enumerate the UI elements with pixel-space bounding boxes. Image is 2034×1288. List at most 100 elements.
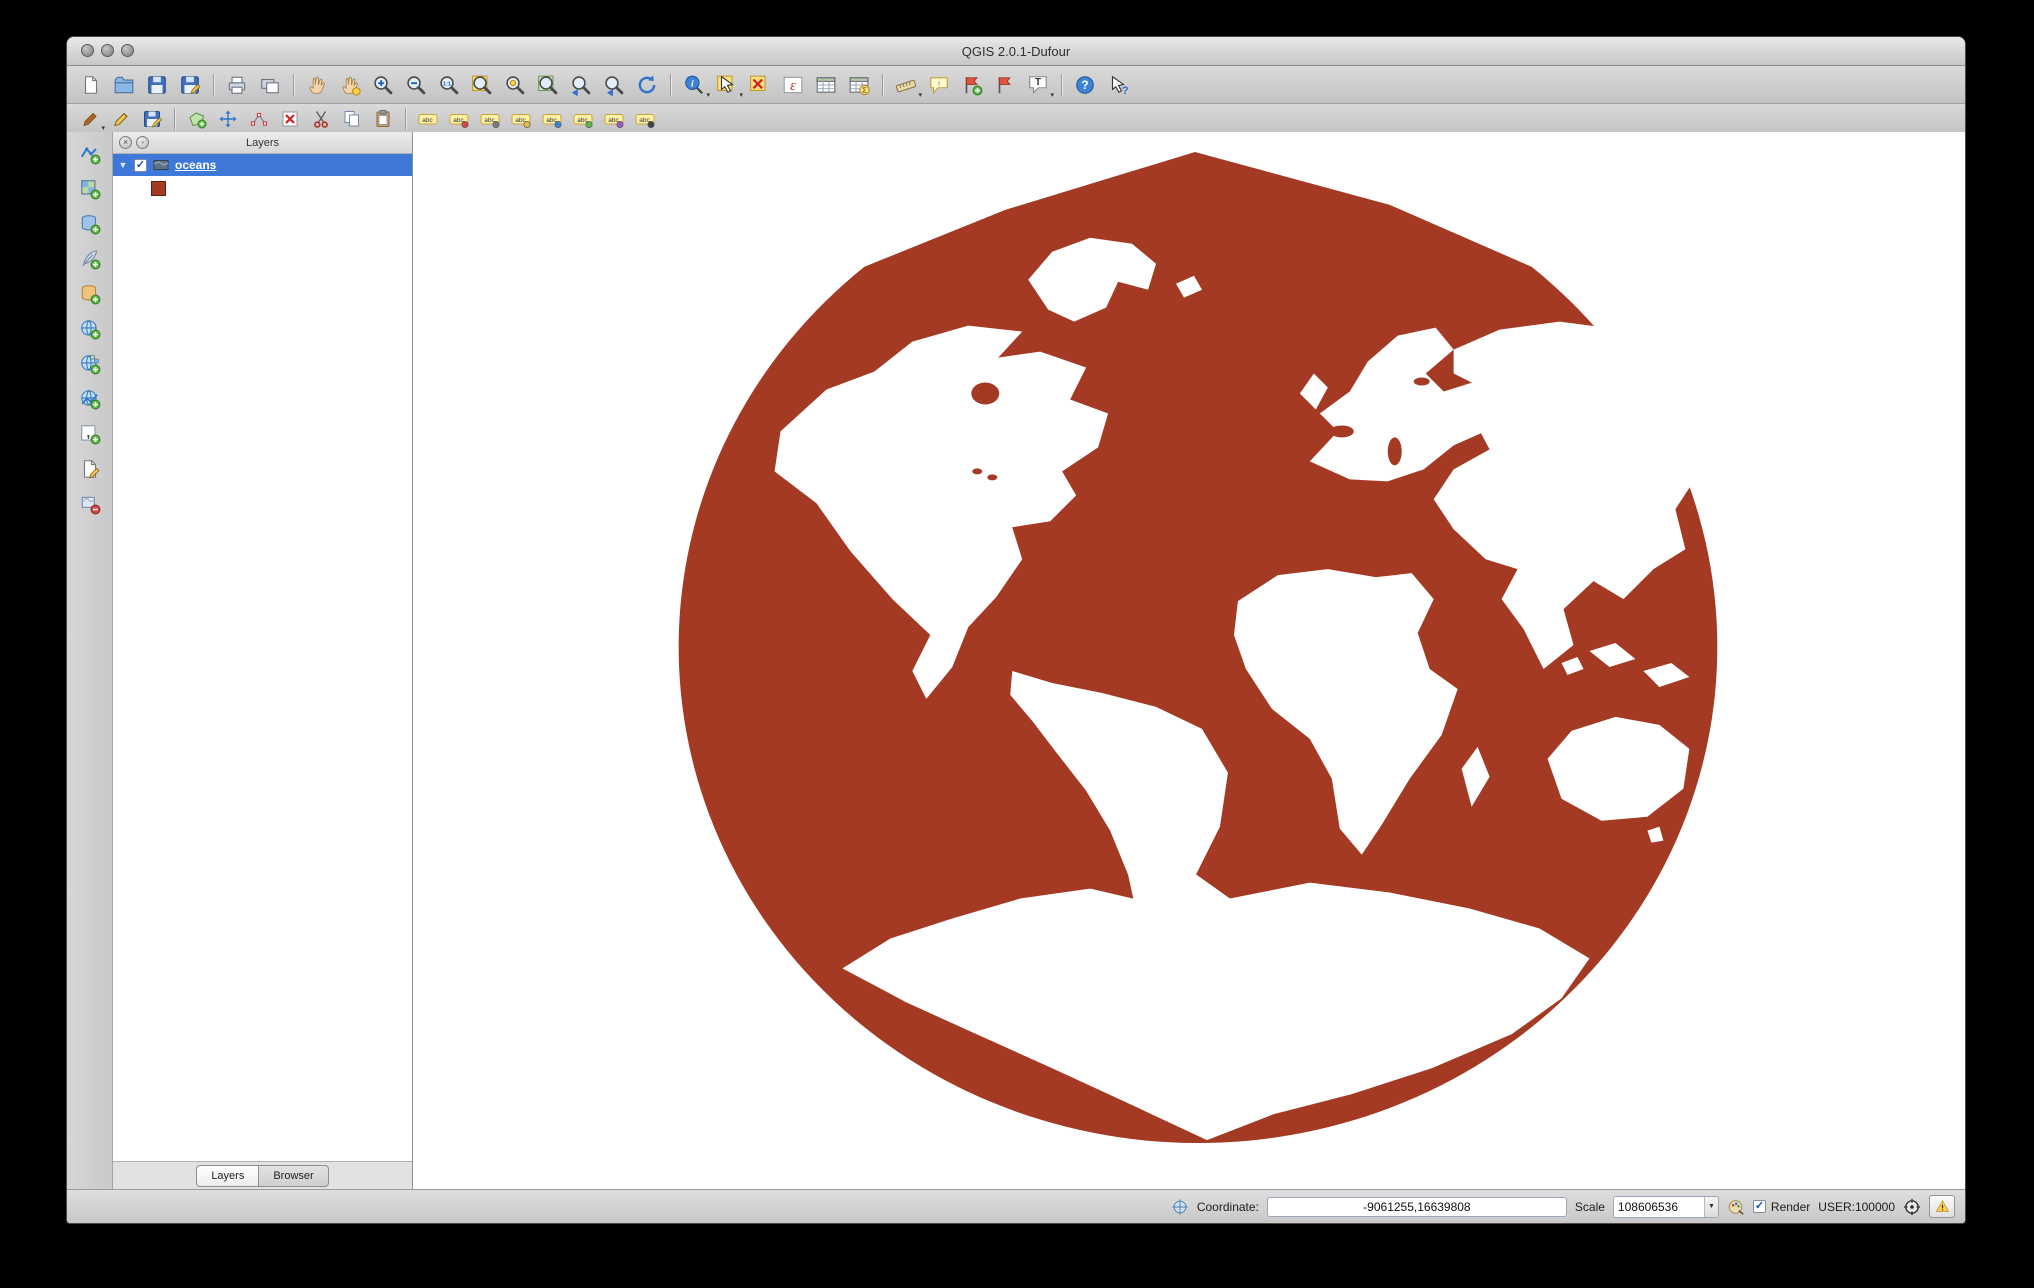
zoom-full-button[interactable] [467,71,497,99]
map-tips-button[interactable]: i [924,71,954,99]
close-window-button[interactable] [81,44,94,57]
save-layer-edits-button[interactable] [138,107,166,132]
zoom-native-button[interactable]: 1:1 [434,71,464,99]
select-by-expression-button[interactable]: ε [778,71,808,99]
add-vector-layer-button[interactable] [75,140,105,168]
refresh-map-icon [636,74,658,96]
warning-icon [1935,1199,1950,1214]
add-wms-layer-button[interactable] [75,315,105,343]
paste-features-button[interactable] [369,107,397,132]
new-zealand-south [1691,875,1707,893]
add-delimited-text-layer-button[interactable]: , [75,420,105,448]
label-properties-button[interactable]: abc [631,107,659,132]
delete-selected-button[interactable] [276,107,304,132]
tab-layers[interactable]: Layers [196,1165,258,1187]
text-annotation-button[interactable]: T▾ [1023,71,1053,99]
new-print-composer-button[interactable] [222,71,252,99]
render-toggle[interactable]: ✓ Render [1753,1200,1810,1214]
add-mssql-layer-button[interactable] [75,280,105,308]
panel-close-button[interactable]: × [119,136,132,149]
render-checkbox[interactable]: ✓ [1753,1200,1766,1213]
node-tool-button[interactable] [245,107,273,132]
layer-symbology-swatch[interactable] [151,181,166,196]
disclosure-triangle-icon[interactable]: ▼ [118,160,128,170]
tab-browser[interactable]: Browser [258,1165,328,1187]
deselect-features-icon [749,74,771,96]
zoom-out-button[interactable] [401,71,431,99]
dropdown-arrow-icon[interactable]: ▾ [739,92,743,99]
zoom-window-button[interactable] [121,44,134,57]
new-project-button[interactable] [76,71,106,99]
label-move-icon: abc [573,109,593,129]
label-move-button[interactable]: abc [569,107,597,132]
select-by-expression-icon: ε [782,74,804,96]
message-log-button[interactable] [1929,1195,1955,1218]
pan-map-icon [306,74,328,96]
toggle-editing-button[interactable] [107,107,135,132]
scale-input[interactable] [1614,1197,1704,1217]
stop-rendering-icon[interactable] [1727,1198,1745,1216]
zoom-next-button[interactable] [599,71,629,99]
select-features-button[interactable]: ▾ [712,71,742,99]
refresh-map-button[interactable] [632,71,662,99]
remove-layer-button[interactable] [75,490,105,518]
identify-features-button[interactable]: i▾ [679,71,709,99]
add-feature-button[interactable] [183,107,211,132]
digitizing-label-toolbar: ▾abcabcabcabcabcabcabcabc [67,104,1965,135]
label-layer-button[interactable]: abc [414,107,442,132]
zoom-in-button[interactable] [368,71,398,99]
zoom-to-layer-button[interactable] [533,71,563,99]
current-edits-button[interactable]: ▾ [76,107,104,132]
new-shapefile-layer-button[interactable] [75,455,105,483]
pan-to-selection-button[interactable] [335,71,365,99]
show-bookmarks-button[interactable] [990,71,1020,99]
crs-status-label[interactable]: USER:100000 [1818,1200,1895,1214]
label-show-hide-button[interactable]: abc [538,107,566,132]
zoom-to-selection-button[interactable] [500,71,530,99]
scale-combobox[interactable]: ▼ [1613,1196,1719,1218]
dropdown-arrow-icon[interactable]: ▾ [101,125,105,132]
open-project-button[interactable] [109,71,139,99]
add-wfs-layer-button[interactable] [75,385,105,413]
save-project-as-button[interactable] [175,71,205,99]
add-postgis-layer-button[interactable] [75,210,105,238]
layer-item-oceans[interactable]: ▼ ✓ oceans [113,154,412,176]
add-mssql-layer-icon [79,283,101,305]
composer-manager-button[interactable] [255,71,285,99]
dropdown-arrow-icon[interactable]: ▾ [918,92,922,99]
panel-detach-button[interactable]: ◦ [136,136,149,149]
copy-features-button[interactable] [338,107,366,132]
add-wcs-layer-button[interactable] [75,350,105,378]
crs-status-icon[interactable] [1903,1198,1921,1216]
pan-map-button[interactable] [302,71,332,99]
minimize-window-button[interactable] [101,44,114,57]
dropdown-arrow-icon[interactable]: ▾ [706,92,710,99]
new-bookmark-button[interactable] [957,71,987,99]
titlebar[interactable]: QGIS 2.0.1-Dufour [67,37,1965,66]
coordinate-input[interactable] [1267,1197,1567,1217]
help-contents-button[interactable]: ? [1070,71,1100,99]
scale-dropdown-arrow-icon[interactable]: ▼ [1704,1197,1718,1217]
whats-this-button[interactable]: ? [1103,71,1133,99]
move-feature-button[interactable] [214,107,242,132]
save-project-button[interactable] [142,71,172,99]
whats-this-icon: ? [1107,74,1129,96]
field-calculator-button[interactable]: Σ [844,71,874,99]
dropdown-arrow-icon[interactable]: ▾ [1050,92,1054,99]
baltic-sea [1414,378,1430,386]
label-stop-button[interactable]: abc [445,107,473,132]
measure-button[interactable]: ▾ [891,71,921,99]
zoom-last-button[interactable] [566,71,596,99]
open-attribute-table-button[interactable] [811,71,841,99]
layer-visibility-checkbox[interactable]: ✓ [134,159,147,172]
cut-features-button[interactable] [307,107,335,132]
add-raster-layer-button[interactable] [75,175,105,203]
label-highlight-pinned-button[interactable]: abc [507,107,535,132]
label-rotate-button[interactable]: abc [600,107,628,132]
coordinate-capture-icon[interactable] [1171,1198,1189,1216]
deselect-features-button[interactable] [745,71,775,99]
map-canvas[interactable] [413,132,1965,1189]
add-spatialite-layer-icon [79,248,101,270]
add-spatialite-layer-button[interactable] [75,245,105,273]
label-pin-button[interactable]: abc [476,107,504,132]
